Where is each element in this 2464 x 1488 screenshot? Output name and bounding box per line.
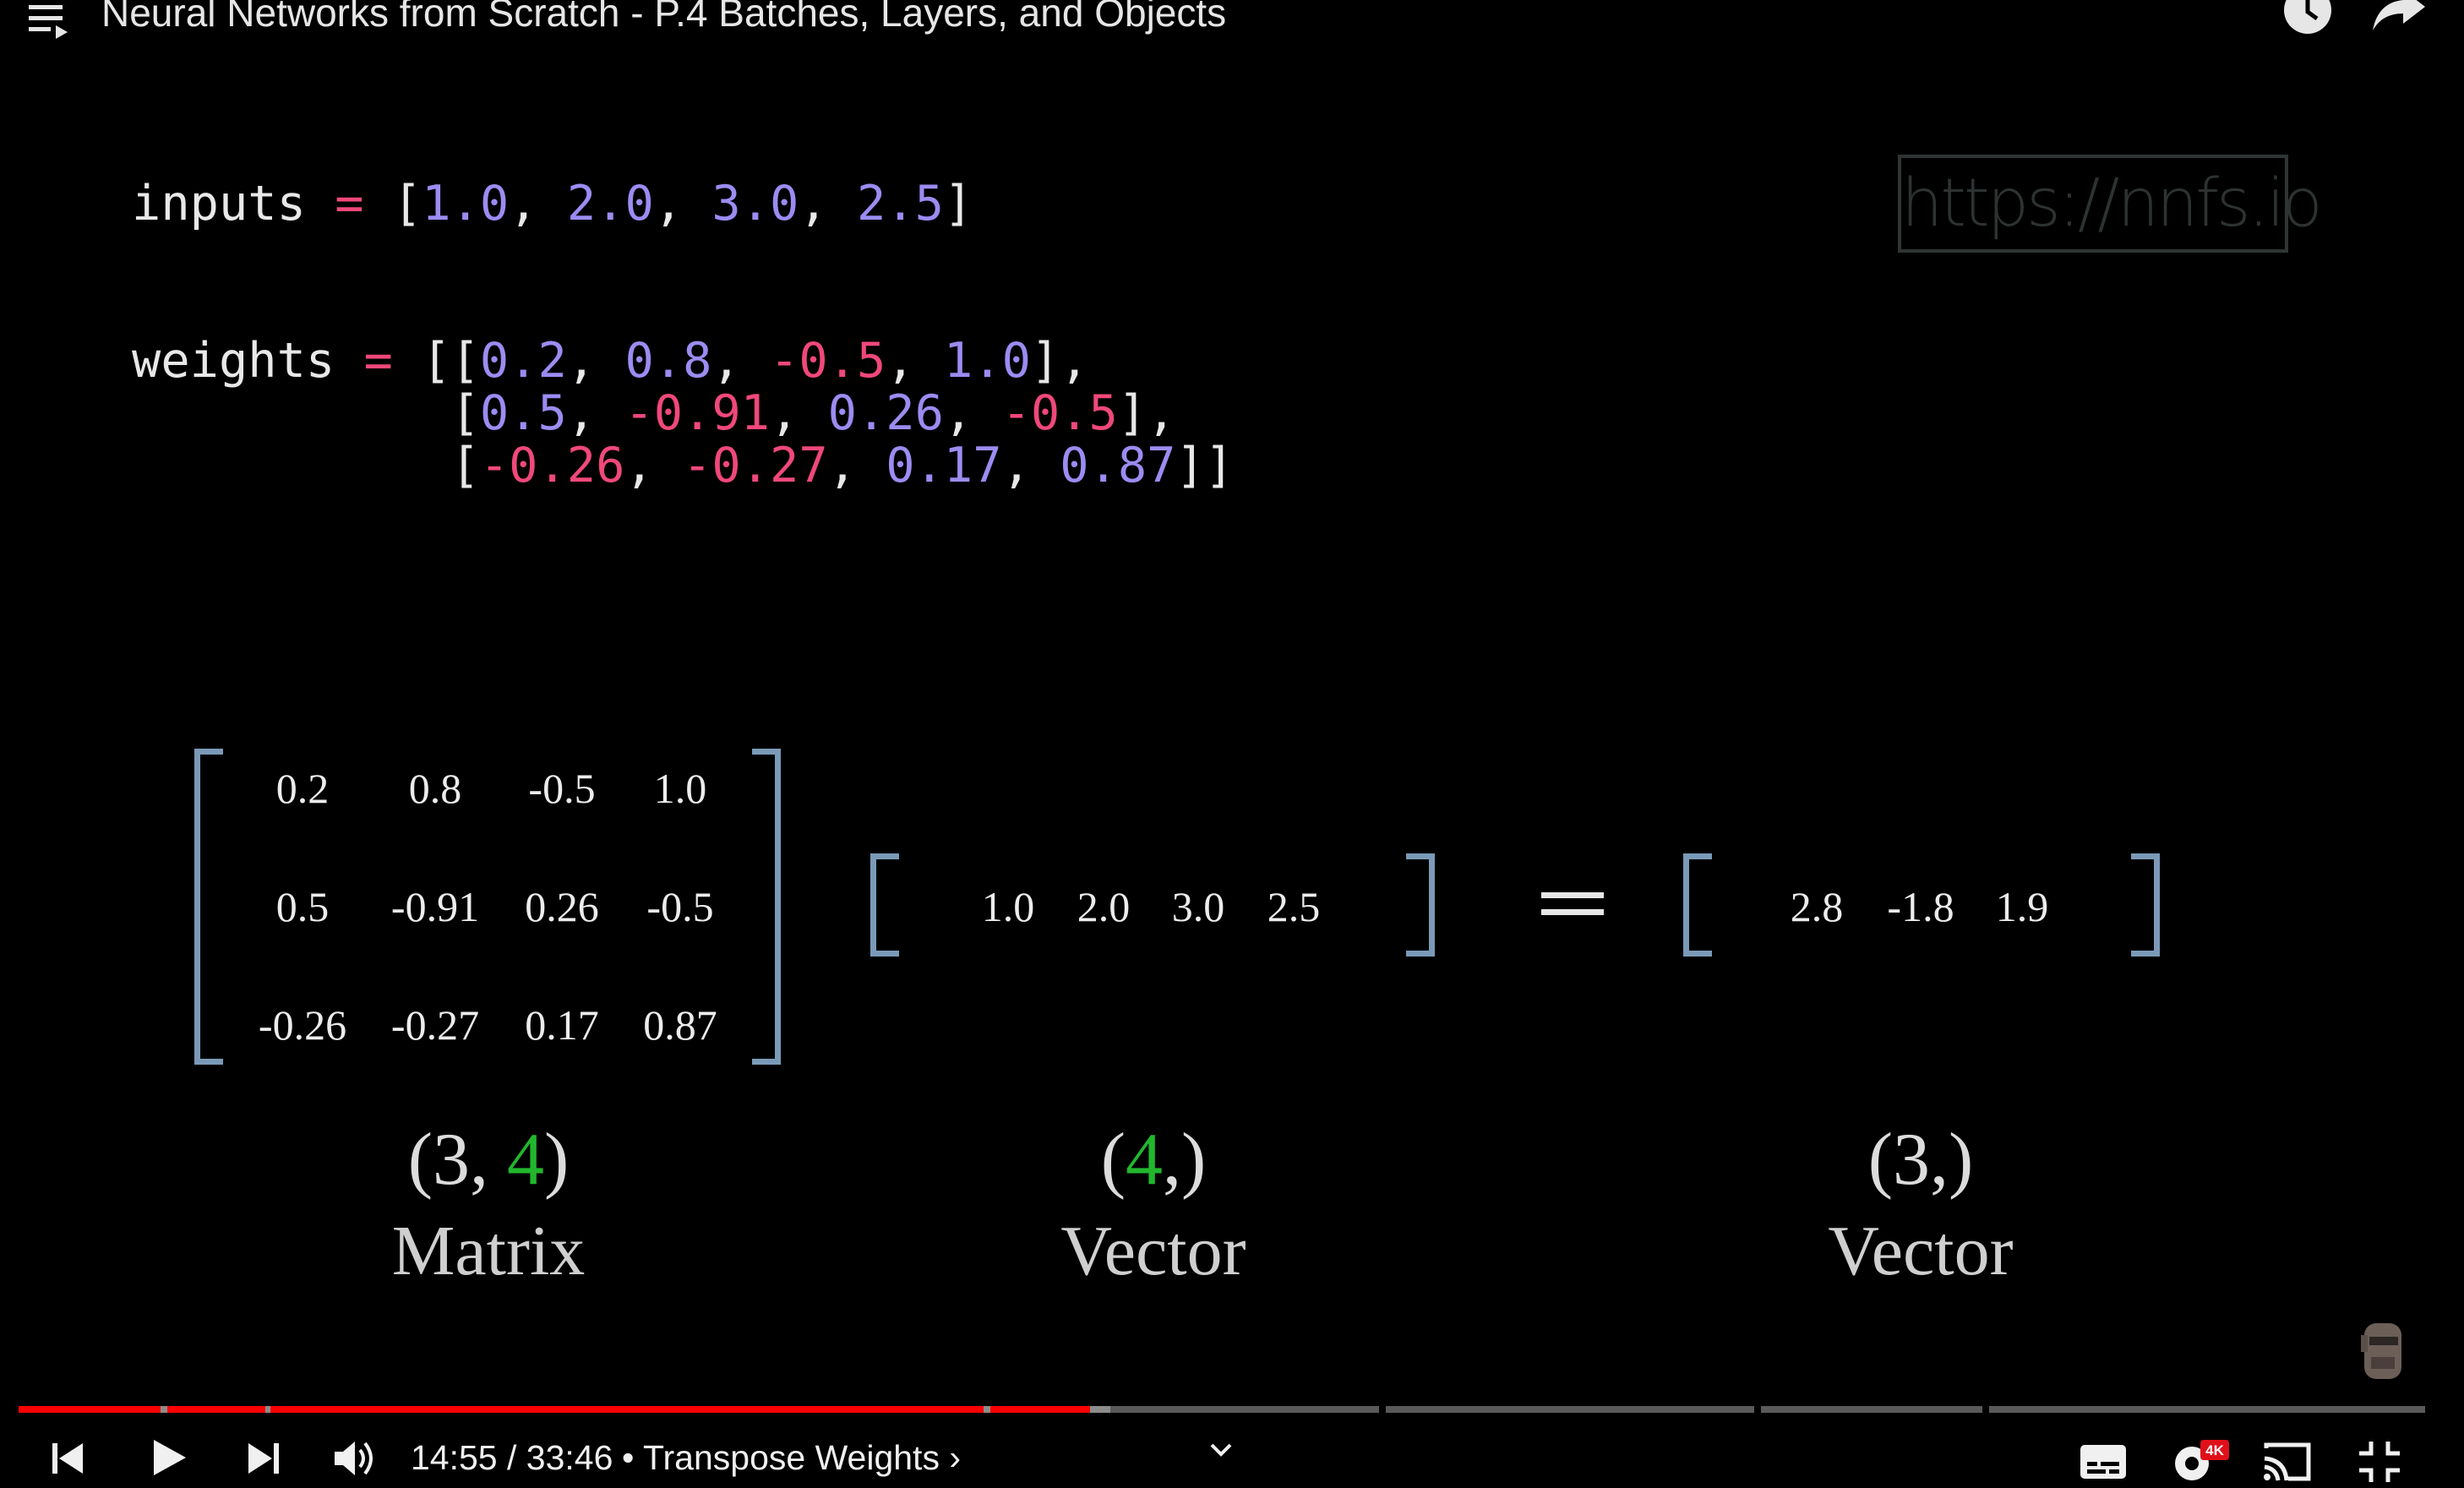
chapter-segment[interactable]	[1761, 1406, 1982, 1413]
volume-icon[interactable]	[333, 1438, 379, 1483]
vector-out-right-bracket	[2131, 853, 2160, 957]
matrix-cell: -0.27	[390, 1001, 480, 1049]
share-icon[interactable]	[2371, 0, 2427, 37]
cast-icon[interactable]	[2261, 1442, 2312, 1486]
chapter-segment[interactable]	[755, 1406, 984, 1413]
matrix-left-bracket	[194, 749, 223, 1065]
chapter-segment[interactable]	[270, 1406, 766, 1413]
matrix-cell: 1.0	[653, 765, 707, 812]
matrix-cell: 0.2	[275, 765, 330, 812]
code-weights-block: weights = [[0.2, 0.8, -0.5, 1.0], [0.5, …	[132, 333, 1235, 493]
matrix-right-bracket	[752, 749, 781, 1065]
code-inputs-line: inputs = [1.0, 2.0, 3.0, 2.5]	[132, 176, 973, 232]
vector-out-left-bracket	[1683, 853, 1712, 957]
settings-badge: 4K	[2205, 1442, 2224, 1458]
chapter-segment[interactable]	[1110, 1406, 1379, 1413]
previous-icon[interactable]	[49, 1440, 86, 1481]
matrix-cell: -0.91	[390, 883, 480, 930]
vector-in-left-bracket	[870, 853, 899, 957]
vector-out-cell: -1.8	[1887, 883, 1954, 930]
vector-in-right-bracket	[1406, 853, 1435, 957]
subtitles-icon[interactable]	[2079, 1443, 2128, 1485]
vector-in-cell: 3.0	[1171, 883, 1225, 930]
chapter-segment[interactable]	[19, 1406, 161, 1413]
vector-out-cell: 1.9	[1995, 883, 2049, 930]
matrix-cell: -0.26	[258, 1001, 347, 1049]
chapter-segment[interactable]	[1989, 1406, 2425, 1413]
playlist-icon[interactable]	[25, 0, 76, 42]
vector-in-kind-label: Vector	[1060, 1212, 1246, 1290]
time-display: 14:55 / 33:46	[411, 1438, 613, 1477]
progress-bar[interactable]	[19, 1406, 2425, 1413]
matrix-cell: 0.5	[275, 883, 330, 930]
matrix-shape-label: (3, 4)	[407, 1119, 570, 1201]
vector-out-cell: 2.8	[1790, 883, 1844, 930]
vector-out-kind-label: Vector	[1828, 1212, 2014, 1290]
chapter-segment[interactable]	[167, 1406, 265, 1413]
chapter-title-button[interactable]: • Transpose Weights ›	[622, 1438, 961, 1478]
matrix-cell: 0.17	[525, 1001, 599, 1049]
matrix-cell: -0.5	[528, 765, 596, 812]
matrix-cell: -0.5	[646, 883, 714, 930]
settings-icon[interactable]: 4K	[2170, 1440, 2229, 1488]
matrix-cell: 0.26	[525, 883, 599, 930]
vector-in-cell: 1.0	[981, 883, 1035, 930]
next-icon[interactable]	[245, 1440, 282, 1481]
matrix-cell: 0.8	[408, 765, 462, 812]
matrix-cell: 0.87	[643, 1001, 717, 1049]
chevron-down-icon[interactable]	[1208, 1442, 1234, 1463]
vector-out-shape-label: (3,)	[1867, 1119, 1974, 1201]
vector-in-shape-label: (4,)	[1100, 1119, 1207, 1201]
chapter-segment[interactable]	[990, 1406, 1090, 1413]
watch-later-icon[interactable]	[2281, 0, 2334, 39]
matrix-kind-label: Matrix	[391, 1212, 586, 1290]
chapter-segment[interactable]	[1386, 1406, 1754, 1413]
exit-fullscreen-icon[interactable]	[2358, 1440, 2401, 1488]
video-title[interactable]: Neural Networks from Scratch - P.4 Batch…	[101, 0, 1226, 32]
watermark-url: https://nnfs.io	[1898, 155, 2323, 253]
presenter-avatar	[2358, 1318, 2410, 1386]
vector-in-cell: 2.0	[1077, 883, 1131, 930]
vector-in-cell: 2.5	[1267, 883, 1321, 930]
equals-sign	[1541, 892, 1604, 918]
play-icon[interactable]	[149, 1436, 189, 1483]
